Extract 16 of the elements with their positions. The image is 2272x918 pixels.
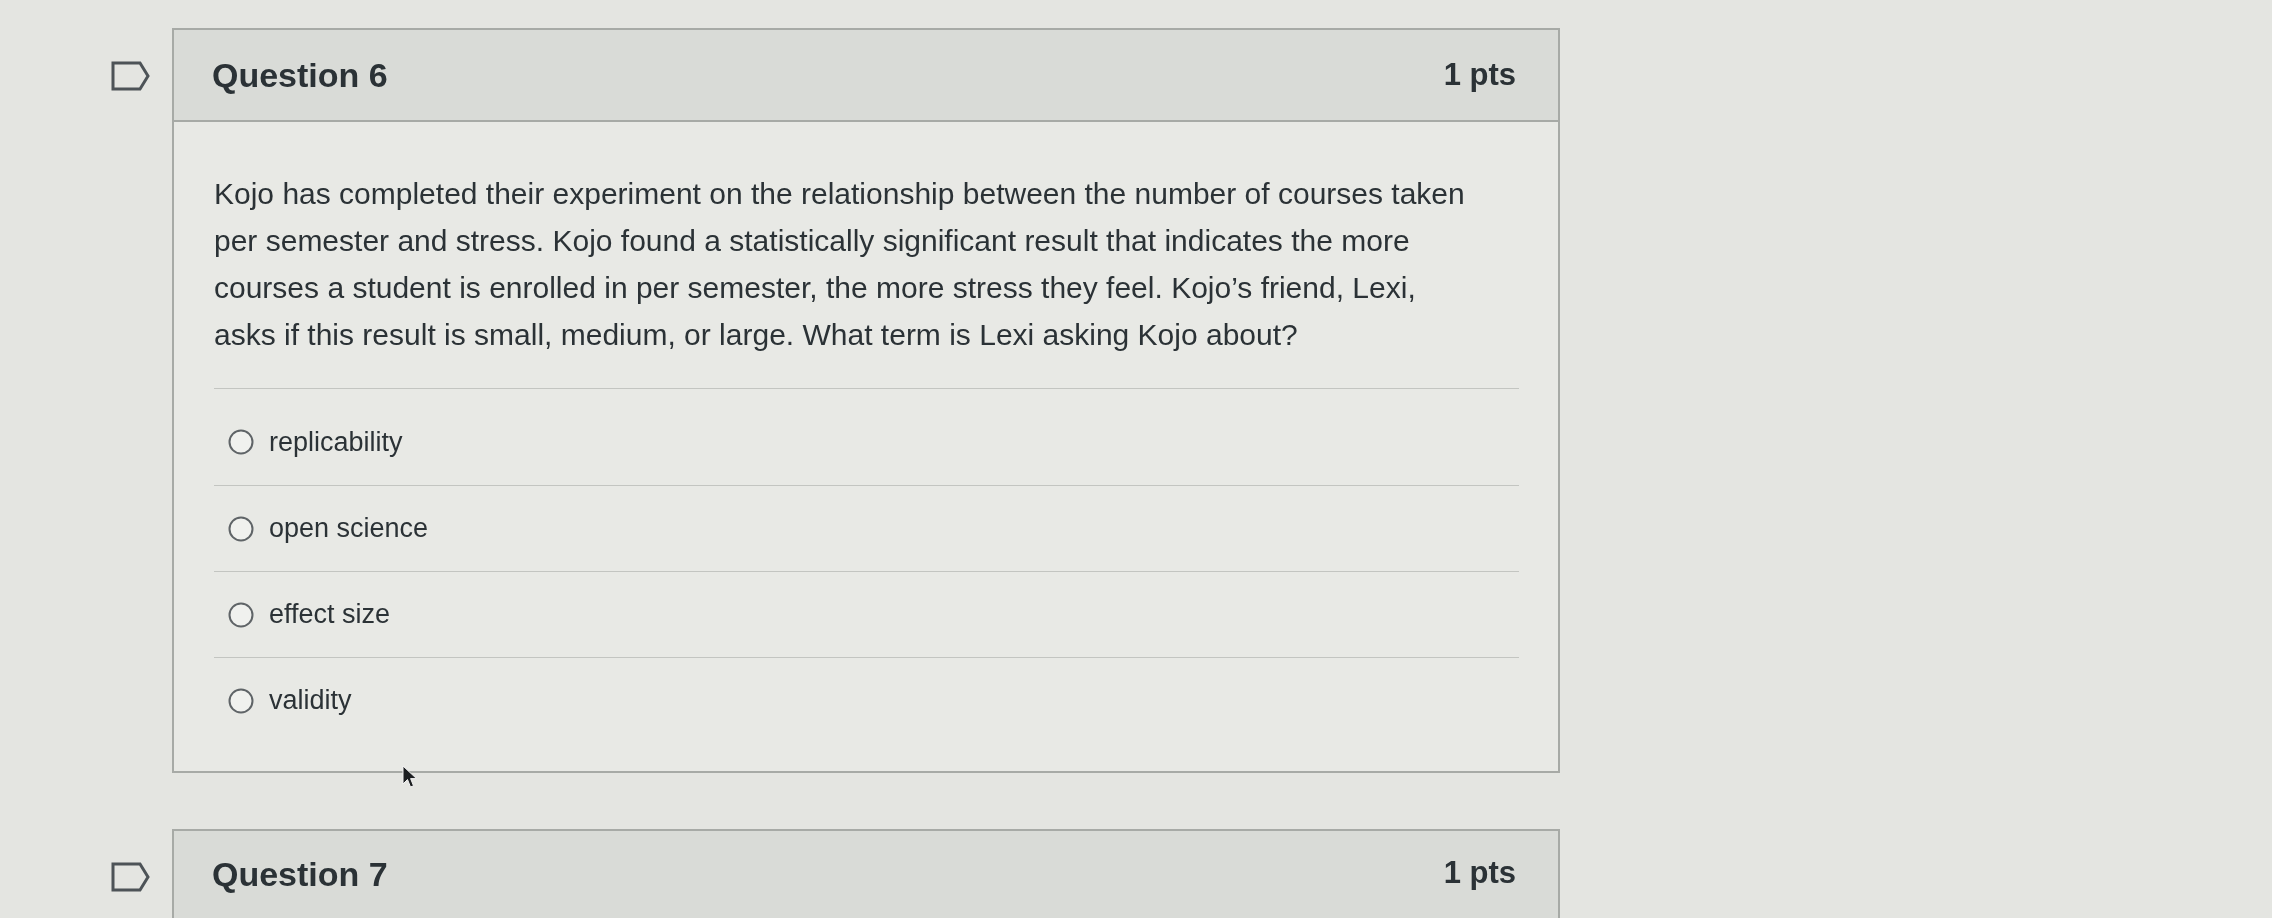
radio-button[interactable] [228,601,254,628]
points-label: 1 pts [1443,57,1516,93]
flag-icon[interactable] [111,862,151,892]
question-title: Question 7 [212,855,388,894]
question-title: Question 6 [212,55,388,95]
answer-label[interactable]: open science [269,513,429,544]
answer-label[interactable]: validity [269,685,352,716]
points-label: 1 pts [1443,855,1516,891]
flag-icon[interactable] [111,61,151,91]
radio-button[interactable] [228,429,254,455]
answer-label[interactable]: replicability [269,426,403,458]
cursor-icon [402,765,418,789]
question-text: Kojo has completed their experiment on the relationship between the number of courses taken per semester and stress. Kojo found a statistically significant result that indicates the more courses a student is enrolled in per semester, the more stress they feel. Kojo’s friend, Lexi, asks if this result is small, medium, or large. What term is Lexi asking Kojo about? [214,176,1466,353]
answer-label[interactable]: effect size [269,599,391,630]
radio-button[interactable] [228,687,254,714]
radio-button[interactable] [228,515,254,542]
